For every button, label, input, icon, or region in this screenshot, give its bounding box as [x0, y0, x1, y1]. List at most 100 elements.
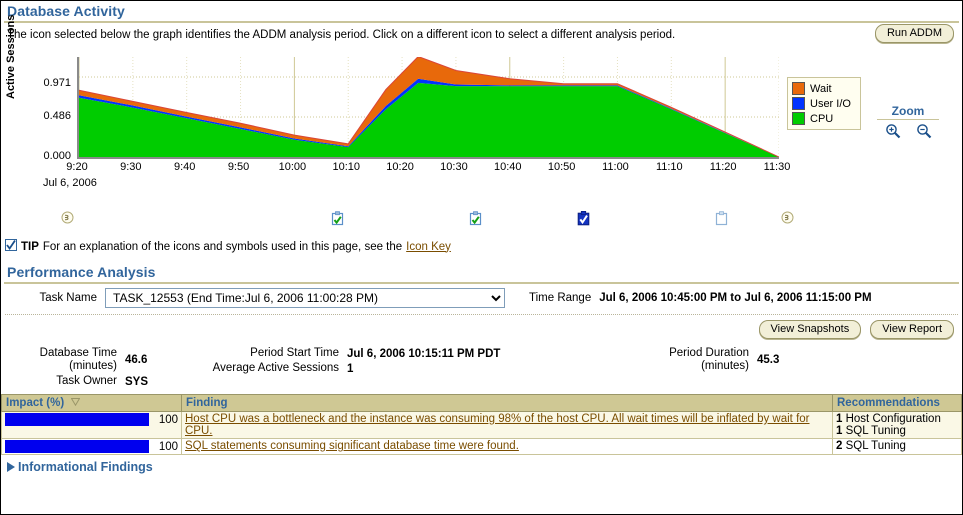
page-root: Database Activity Run ADDM The icon sele…: [1, 1, 962, 514]
recommendations-cell: 2 SQL Tuning: [832, 438, 962, 455]
recommendation-item: 1 Host Configuration: [836, 413, 958, 425]
analysis-period-icon-3-selected[interactable]: [577, 211, 590, 229]
metric-period-duration-value: 45.3: [757, 354, 780, 366]
legend-item-wait: Wait: [792, 81, 854, 96]
pa-buttons: View Snapshots View Report: [1, 315, 962, 339]
x-tick-7: 10:30: [440, 161, 468, 173]
zoom-controls: Zoom: [877, 104, 939, 142]
zoom-label: Zoom: [877, 104, 939, 120]
tip-label: TIP: [21, 240, 39, 253]
findings-header-row: Impact (%) Finding Recommendations: [1, 394, 962, 412]
legend-item-user-io: User I/O: [792, 96, 854, 111]
legend-swatch-user-io: [792, 97, 805, 110]
database-activity-header: Database Activity: [1, 1, 962, 23]
informational-findings-toggle[interactable]: Informational Findings: [1, 455, 962, 474]
legend-label-user-io: User I/O: [810, 97, 851, 110]
run-addm-button[interactable]: Run ADDM: [874, 24, 954, 43]
legend-item-cpu: CPU: [792, 111, 854, 126]
table-row: 100 Host CPU was a bottleneck and the ins…: [1, 411, 962, 439]
database-activity-chart: Active Sessions 0.000 0.486 0.971 9:20 9:…: [1, 15, 962, 199]
metric-period-start-value: Jul 6, 2006 10:15:11 PM PDT: [347, 347, 501, 360]
impact-bar-track: [5, 440, 149, 453]
page-title: Database Activity: [7, 3, 125, 19]
intro-text: The icon selected below the graph identi…: [7, 29, 676, 41]
column-header-recommendations[interactable]: Recommendations: [832, 394, 962, 412]
impact-bar: 100: [5, 413, 178, 426]
recommendation-item: 2 SQL Tuning: [836, 440, 958, 452]
impact-value: 100: [158, 440, 178, 453]
column-header-impact-label: Impact (%): [6, 397, 65, 409]
tip-row: TIP For an explanation of the icons and …: [1, 237, 962, 254]
metric-database-time: Database Time (minutes) 46.6: [1, 347, 191, 373]
task-name-row: Task Name TASK_12553 (End Time:Jul 6, 20…: [1, 284, 962, 311]
view-report-button[interactable]: View Report: [870, 320, 954, 339]
tip-text: For an explanation of the icons and symb…: [42, 240, 403, 253]
zoom-in-icon[interactable]: [885, 123, 901, 142]
column-header-finding[interactable]: Finding: [181, 394, 833, 412]
legend-label-cpu: CPU: [810, 112, 834, 125]
chart-plot-area[interactable]: [77, 57, 779, 159]
metric-avg-sessions: Average Active Sessions 1: [191, 362, 521, 375]
finding-link[interactable]: SQL statements consuming significant dat…: [185, 440, 519, 452]
x-tick-3: 9:50: [227, 161, 250, 173]
analysis-period-icon-1[interactable]: [331, 211, 344, 229]
task-name-label: Task Name: [39, 292, 97, 304]
performance-analysis-section: Performance Analysis Task Name TASK_1255…: [1, 262, 962, 394]
metric-period-duration-label1: Period Duration: [669, 347, 749, 359]
x-tick-2: 9:40: [173, 161, 196, 173]
recommendation-label: SQL Tuning: [842, 425, 906, 437]
informational-findings-label: Informational Findings: [18, 460, 153, 474]
x-tick-11: 11:10: [655, 161, 683, 173]
analysis-period-icon-0[interactable]: [61, 211, 74, 227]
recommendation-label: SQL Tuning: [842, 440, 906, 452]
chart-svg: [79, 57, 779, 157]
tip-checkbox-icon: [5, 239, 17, 254]
table-row: 100 SQL statements consuming significant …: [1, 438, 962, 455]
performance-analysis-title: Performance Analysis: [7, 264, 156, 280]
legend-label-wait: Wait: [810, 82, 832, 95]
view-snapshots-button[interactable]: View Snapshots: [758, 320, 862, 339]
impact-bar-fill: [5, 413, 149, 426]
recommendation-item: 1 SQL Tuning: [836, 425, 958, 437]
recommendation-label: Host Configuration: [842, 413, 941, 425]
x-tick-4: 10:00: [278, 161, 307, 173]
x-tick-1: 9:30: [120, 161, 142, 173]
chart-x-axis-date: Jul 6, 2006: [43, 177, 97, 189]
chart-legend: Wait User I/O CPU: [787, 77, 861, 130]
analysis-period-icon-2[interactable]: [469, 211, 482, 229]
analysis-period-icon-4[interactable]: [715, 211, 728, 229]
metric-database-time-value: 46.6: [125, 354, 148, 366]
x-tick-5: 10:10: [332, 161, 360, 173]
run-addm-container: Run ADDM: [874, 24, 954, 43]
icon-key-link[interactable]: Icon Key: [406, 241, 451, 253]
task-name-select[interactable]: TASK_12553 (End Time:Jul 6, 2006 11:00:2…: [105, 288, 505, 308]
impact-bar-track: [5, 413, 149, 426]
chart-y-axis-label: Active Sessions: [5, 14, 17, 99]
recommendations-cell: 1 Host Configuration 1 SQL Tuning: [832, 411, 962, 439]
y-tick-2: 0.971: [43, 77, 71, 89]
column-header-impact[interactable]: Impact (%): [1, 394, 182, 412]
sort-descending-icon[interactable]: [70, 397, 81, 409]
metric-period-duration: Period Duration (minutes) 45.3: [641, 347, 871, 373]
finding-link[interactable]: Host CPU was a bottleneck and the instan…: [185, 413, 810, 437]
finding-cell: SQL statements consuming significant dat…: [181, 438, 833, 455]
impact-value: 100: [158, 413, 178, 426]
impact-bar-fill: [5, 440, 149, 453]
metric-group-2: Period Start Time Jul 6, 2006 10:15:11 P…: [191, 347, 521, 388]
x-tick-13: 11:30: [763, 161, 791, 173]
metric-avg-sessions-label: Average Active Sessions: [212, 362, 339, 374]
legend-swatch-wait: [792, 82, 805, 95]
x-tick-8: 10:40: [494, 161, 522, 173]
metric-database-time-label2: (minutes): [69, 360, 117, 372]
metric-task-owner-value: SYS: [125, 375, 149, 388]
metric-avg-sessions-value: 1: [347, 362, 354, 375]
analysis-period-icon-5[interactable]: [781, 211, 794, 227]
x-tick-6: 10:20: [386, 161, 414, 173]
y-tick-1: 0.486: [43, 110, 71, 122]
metrics-row: Database Time (minutes) 46.6 Task Owner …: [1, 339, 962, 394]
metric-database-time-label1: Database Time: [39, 347, 117, 359]
findings-table: Impact (%) Finding Recommendations 100 Ho…: [1, 394, 962, 455]
zoom-out-icon[interactable]: [916, 123, 932, 142]
x-tick-12: 11:20: [709, 161, 737, 173]
metric-period-duration-label2: (minutes): [701, 360, 749, 372]
